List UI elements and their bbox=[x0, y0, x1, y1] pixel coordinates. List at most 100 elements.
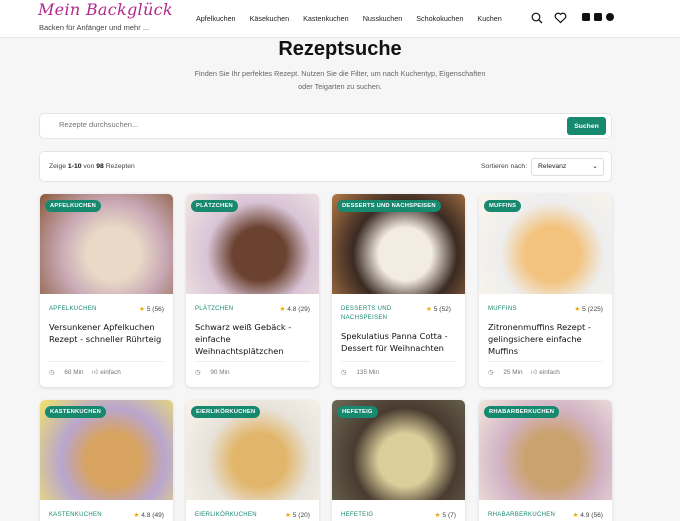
recipe-meta: ◷ 90 Min bbox=[195, 368, 238, 376]
nav-item-schokokuchen[interactable]: Schokokuchen bbox=[416, 14, 463, 23]
rating-value: 4.8 bbox=[141, 512, 151, 519]
recipe-rating: ★ 5 (20) bbox=[285, 511, 310, 519]
results-total: 98 bbox=[96, 163, 104, 170]
card-divider bbox=[195, 361, 310, 362]
star-icon: ★ bbox=[284, 512, 291, 519]
recipe-card[interactable]: RHABARBERKUCHEN RHABARBERKUCHEN ★ 4.9 (56) bbox=[479, 400, 612, 521]
star-icon: ★ bbox=[138, 306, 145, 313]
category-badge[interactable]: PLÄTZCHEN bbox=[191, 200, 238, 212]
recipe-rating: ★ 4.8 (29) bbox=[279, 305, 310, 313]
pinterest-icon[interactable] bbox=[606, 13, 614, 21]
recipe-category[interactable]: EIERLIKÖRKUCHEN bbox=[195, 511, 257, 520]
recipe-title[interactable]: Spekulatius Panna Cotta - Dessert für We… bbox=[341, 330, 459, 354]
nav-item-apfelkuchen[interactable]: Apfelkuchen bbox=[196, 14, 236, 23]
recipe-rating: ★ 4.9 (56) bbox=[572, 511, 603, 519]
recipe-category[interactable]: MUFFINS bbox=[488, 305, 517, 314]
site-tagline: Backen für Anfänger und mehr ... bbox=[39, 23, 150, 32]
star-icon: ★ bbox=[133, 512, 140, 519]
page-subtitle: Finden Sie Ihr perfektes Rezept. Nutzen … bbox=[194, 69, 486, 91]
recipe-card[interactable]: MUFFINS MUFFINS ★ 5 (225) Zitronenmuffins R… bbox=[479, 194, 612, 387]
recipe-meta: ◷ 25 Min 👍︎ einfach bbox=[488, 368, 568, 376]
rating-value: 5 bbox=[442, 512, 447, 519]
category-badge[interactable]: HEFETEIG bbox=[337, 406, 378, 418]
results-range: 1-10 bbox=[67, 163, 82, 170]
search-icon[interactable] bbox=[531, 12, 543, 24]
recipe-card[interactable]: DESSERTS UND NACHSPEISEN DESSERTS UND NAC… bbox=[332, 194, 465, 387]
recipe-category[interactable]: RHABARBERKUCHEN bbox=[488, 511, 555, 520]
results-count: Zeige 1-10 von 98 Rezepten bbox=[49, 163, 135, 170]
main-nav: Apfelkuchen Käsekuchen Kastenkuchen Nuss… bbox=[196, 14, 516, 23]
category-badge[interactable]: RHABARBERKUCHEN bbox=[484, 406, 560, 418]
clock-icon: ◷ bbox=[49, 369, 55, 376]
site-logo[interactable]: Mein Backglück bbox=[38, 0, 173, 19]
facebook-icon[interactable] bbox=[582, 13, 590, 21]
recipe-category[interactable]: KASTENKUCHEN bbox=[49, 511, 102, 520]
recipe-rating: ★ 5 (56) bbox=[139, 305, 164, 313]
nav-item-kasekuchen[interactable]: Käsekuchen bbox=[250, 14, 290, 23]
social-icons bbox=[582, 13, 614, 21]
instagram-icon[interactable] bbox=[594, 13, 602, 21]
rating-count: (52) bbox=[439, 306, 452, 313]
results-prefix: Zeige bbox=[49, 163, 67, 170]
recipe-title[interactable]: Versunkener Apfelkuchen Rezept - schnell… bbox=[49, 321, 167, 345]
recipe-meta: ◷ 60 Min 👍︎ einfach bbox=[49, 368, 129, 376]
recipe-title[interactable]: Schwarz weiß Gebäck - einfache Weihnacht… bbox=[195, 321, 313, 357]
recipe-time: 135 Min bbox=[356, 369, 380, 376]
recipe-card[interactable]: EIERLIKÖRKUCHEN EIERLIKÖRKUCHEN ★ 5 (20) bbox=[186, 400, 319, 521]
results-of: von bbox=[83, 163, 95, 170]
category-badge[interactable]: DESSERTS UND NACHSPEISEN bbox=[337, 200, 441, 212]
recipe-card[interactable]: HEFETEIG HEFETEIG ★ 5 (7) bbox=[332, 400, 465, 521]
card-divider bbox=[488, 361, 603, 362]
clock-icon: ◷ bbox=[341, 369, 347, 376]
recipe-category[interactable]: APFELKUCHEN bbox=[49, 305, 97, 314]
recipe-time: 90 Min bbox=[210, 369, 230, 376]
recipe-card[interactable]: KASTENKUCHEN KASTENKUCHEN ★ 4.8 (49) bbox=[40, 400, 173, 521]
nav-item-kastenkuchen[interactable]: Kastenkuchen bbox=[303, 14, 349, 23]
sort-label: Sortieren nach: bbox=[481, 163, 528, 170]
recipe-rating: ★ 5 (7) bbox=[435, 511, 456, 519]
heart-icon[interactable] bbox=[554, 12, 567, 24]
sort-value: Relevanz bbox=[538, 163, 567, 170]
thumb-icon: 👍︎ bbox=[530, 369, 538, 376]
site-header: Mein Backglück Backen für Anfänger und m… bbox=[0, 0, 680, 38]
recipe-time: 25 Min bbox=[503, 369, 523, 376]
rating-count: (56) bbox=[591, 512, 603, 519]
category-badge[interactable]: APFELKUCHEN bbox=[45, 200, 101, 212]
rating-value: 5 bbox=[146, 306, 151, 313]
recipe-rating: ★ 5 (52) bbox=[426, 304, 456, 315]
search-box bbox=[39, 113, 612, 139]
rating-value: 5 bbox=[292, 512, 297, 519]
nav-item-nusskuchen[interactable]: Nusskuchen bbox=[363, 14, 403, 23]
recipe-meta: ◷ 135 Min bbox=[341, 368, 387, 376]
search-button[interactable]: Suchen bbox=[567, 117, 606, 135]
recipe-category[interactable]: DESSERTS UND NACHSPEISEN bbox=[341, 305, 421, 323]
recipe-title[interactable]: Zitronenmuffins Rezept - gelingsichere e… bbox=[488, 321, 606, 357]
card-divider bbox=[341, 361, 456, 362]
nav-item-kuchen[interactable]: Kuchen bbox=[477, 14, 501, 23]
recipe-card[interactable]: APFELKUCHEN APFELKUCHEN ★ 5 (56) Versunkene… bbox=[40, 194, 173, 387]
rating-value: 5 bbox=[582, 306, 586, 313]
star-icon: ★ bbox=[572, 512, 579, 519]
star-icon: ★ bbox=[574, 306, 581, 313]
results-bar: Zeige 1-10 von 98 Rezepten Sortieren nac… bbox=[39, 151, 612, 182]
sort-select[interactable]: Relevanz ⌄ bbox=[531, 158, 604, 176]
clock-icon: ◷ bbox=[195, 369, 201, 376]
recipe-category[interactable]: PLÄTZCHEN bbox=[195, 305, 233, 314]
rating-count: (56) bbox=[152, 306, 164, 313]
chevron-down-icon: ⌄ bbox=[592, 163, 598, 170]
star-icon: ★ bbox=[426, 306, 432, 313]
rating-value: 4.8 bbox=[287, 306, 297, 313]
rating-count: (49) bbox=[152, 512, 164, 519]
category-badge[interactable]: KASTENKUCHEN bbox=[45, 406, 107, 418]
rating-count: (29) bbox=[298, 306, 310, 313]
thumb-icon: 👍︎ bbox=[91, 369, 99, 376]
recipe-category[interactable]: HEFETEIG bbox=[341, 511, 373, 520]
recipe-difficulty: einfach bbox=[100, 369, 121, 376]
star-icon: ★ bbox=[279, 306, 286, 313]
rating-count: (225) bbox=[587, 306, 603, 313]
category-badge[interactable]: EIERLIKÖRKUCHEN bbox=[191, 406, 261, 418]
recipe-card[interactable]: PLÄTZCHEN PLÄTZCHEN ★ 4.8 (29) Schwarz weiß… bbox=[186, 194, 319, 387]
category-badge[interactable]: MUFFINS bbox=[484, 200, 522, 212]
search-input[interactable] bbox=[59, 120, 539, 129]
star-icon: ★ bbox=[434, 512, 441, 519]
